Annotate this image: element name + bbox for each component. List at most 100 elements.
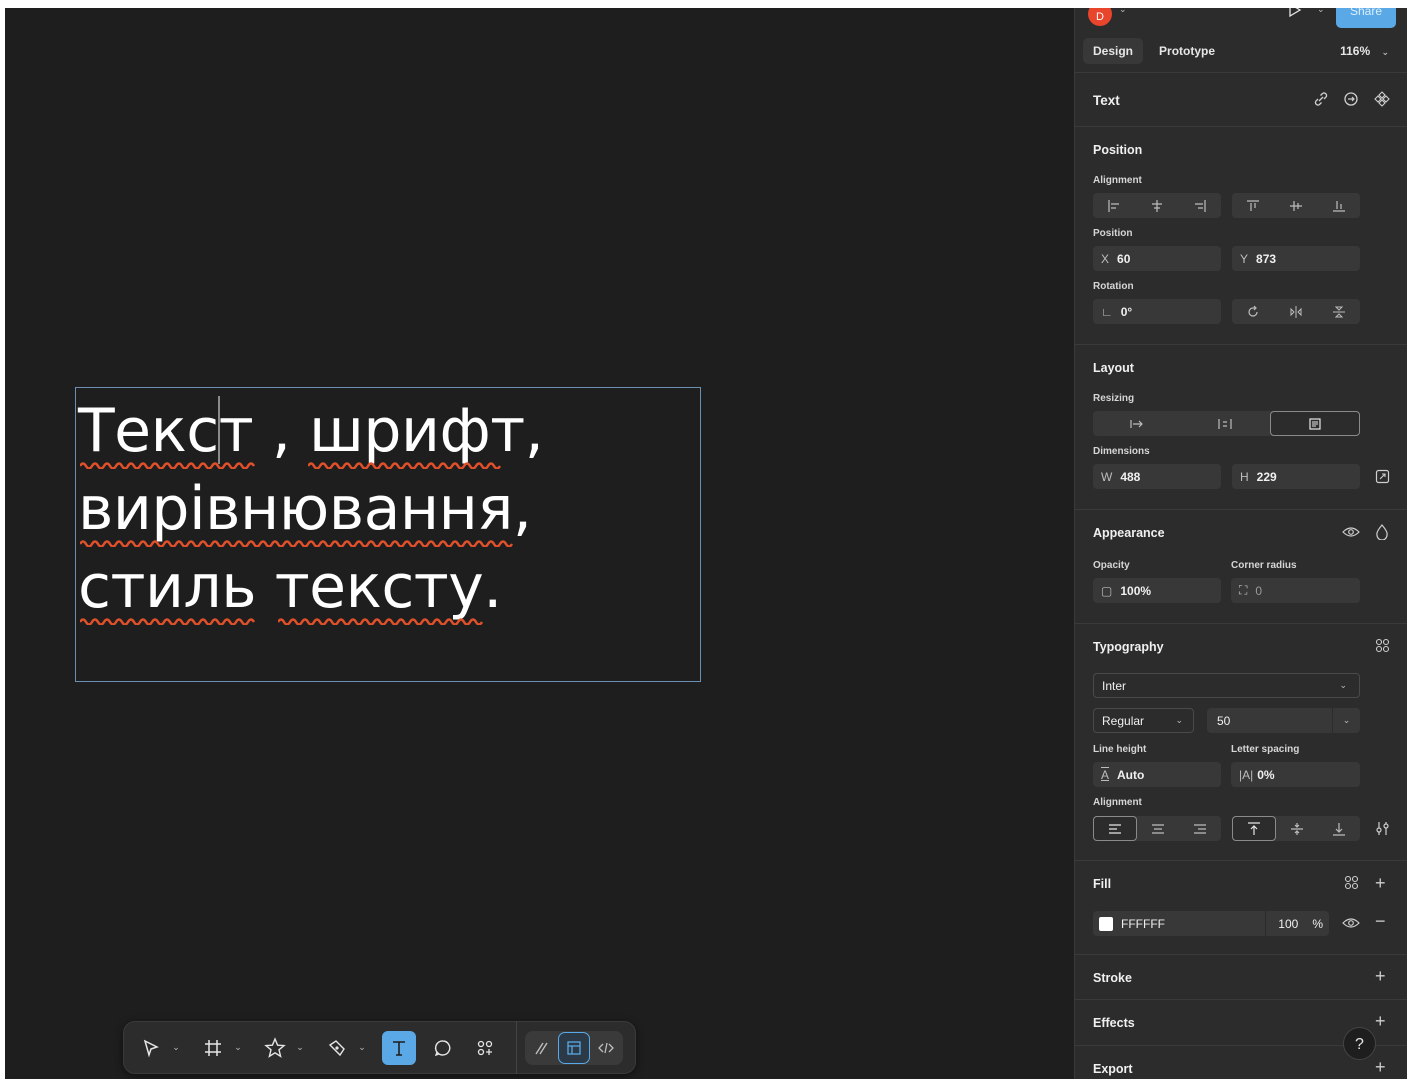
chevron-down-icon[interactable]: ⌄ bbox=[1119, 8, 1127, 15]
eye-icon[interactable] bbox=[1342, 524, 1360, 543]
frame-tool-icon[interactable] bbox=[196, 1031, 230, 1065]
toolbar-divider bbox=[516, 1021, 517, 1074]
fill-styles-icon[interactable] bbox=[1344, 875, 1359, 893]
opacity-field[interactable]: ▢ 100% bbox=[1093, 578, 1221, 603]
fill-opacity-field[interactable]: 100% bbox=[1265, 911, 1329, 936]
align-right-icon[interactable] bbox=[1178, 193, 1221, 218]
chevron-down-icon[interactable]: ⌄ bbox=[1317, 8, 1325, 15]
rotate-icon[interactable] bbox=[1232, 299, 1275, 324]
export-section-title: Export bbox=[1093, 1062, 1133, 1076]
width-field[interactable]: W 488 bbox=[1093, 464, 1221, 489]
spellcheck-underline bbox=[80, 462, 256, 469]
typography-section: Typography Inter ⌄ Regular ⌄ 50 ⌄ Line heig… bbox=[1075, 624, 1407, 861]
eye-icon[interactable] bbox=[1342, 915, 1360, 934]
chevron-down-icon[interactable]: ⌄ bbox=[230, 1031, 246, 1065]
mode-switcher bbox=[525, 1030, 623, 1065]
add-stroke-icon[interactable]: + bbox=[1375, 966, 1386, 987]
layer-type-title: Text bbox=[1093, 93, 1120, 108]
chevron-down-icon[interactable]: ⌄ bbox=[168, 1031, 184, 1065]
align-left-icon[interactable] bbox=[1093, 193, 1136, 218]
height-value: 229 bbox=[1256, 469, 1277, 484]
corner-radius-icon: ⛶ bbox=[1239, 583, 1248, 597]
present-icon[interactable] bbox=[1287, 8, 1303, 23]
component-icon[interactable] bbox=[1374, 91, 1390, 110]
h-prefix: H bbox=[1240, 469, 1249, 484]
font-size-field[interactable]: 50 ⌄ bbox=[1207, 708, 1360, 733]
x-position-field[interactable]: X 60 bbox=[1093, 246, 1221, 271]
auto-width-icon[interactable] bbox=[1093, 411, 1181, 436]
resizing-group bbox=[1093, 411, 1360, 436]
transform-group bbox=[1232, 299, 1360, 324]
x-value: 60 bbox=[1117, 251, 1131, 266]
flip-vertical-icon[interactable] bbox=[1317, 299, 1360, 324]
text-caret bbox=[218, 396, 220, 464]
panel-tabs: Design Prototype bbox=[1083, 38, 1225, 64]
typography-section-title: Typography bbox=[1093, 640, 1164, 654]
letter-spacing-field[interactable]: |A| 0% bbox=[1231, 762, 1360, 787]
y-position-field[interactable]: Y 873 bbox=[1232, 246, 1360, 271]
draw-mode-icon[interactable] bbox=[527, 1033, 557, 1063]
move-tool-icon[interactable] bbox=[134, 1031, 168, 1065]
link-icon[interactable] bbox=[1313, 91, 1329, 110]
canvas[interactable]: Текст , шрифт, вирівнювання, стиль текст… bbox=[5, 8, 1074, 1079]
tab-design[interactable]: Design bbox=[1083, 38, 1144, 64]
auto-height-icon[interactable] bbox=[1181, 411, 1269, 436]
align-middle-v-icon[interactable] bbox=[1275, 193, 1318, 218]
blend-mode-icon[interactable] bbox=[1375, 524, 1389, 543]
align-top-icon[interactable] bbox=[1232, 193, 1275, 218]
actions-tool-icon[interactable] bbox=[468, 1031, 502, 1065]
add-effect-icon[interactable]: + bbox=[1375, 1011, 1386, 1032]
align-bottom-icon[interactable] bbox=[1317, 193, 1360, 218]
text-align-center-icon[interactable] bbox=[1137, 816, 1179, 841]
line-height-value: Auto bbox=[1117, 767, 1145, 782]
add-fill-icon[interactable]: + bbox=[1375, 873, 1386, 894]
line-height-field[interactable]: A Auto bbox=[1093, 762, 1221, 787]
text-layer-content[interactable]: Текст , шрифт, вирівнювання, стиль текст… bbox=[78, 392, 544, 626]
letter-spacing-icon: |A| bbox=[1239, 767, 1254, 782]
align-center-h-icon[interactable] bbox=[1136, 193, 1179, 218]
type-settings-icon[interactable] bbox=[1375, 821, 1390, 839]
chevron-down-icon: ⌄ bbox=[1332, 708, 1360, 733]
pen-tool-icon[interactable] bbox=[320, 1031, 354, 1065]
text-styles-icon[interactable] bbox=[1375, 638, 1390, 656]
constrain-proportions-icon[interactable] bbox=[1375, 469, 1390, 487]
text-tool-icon[interactable] bbox=[382, 1030, 416, 1065]
zoom-control[interactable]: 116% ⌄ bbox=[1340, 44, 1389, 58]
rotation-field[interactable]: ∟ 0° bbox=[1093, 299, 1221, 324]
comment-tool-icon[interactable] bbox=[426, 1031, 460, 1065]
corner-radius-field[interactable]: ⛶ 0 bbox=[1231, 578, 1360, 603]
opacity-icon: ▢ bbox=[1101, 583, 1113, 598]
help-button[interactable]: ? bbox=[1343, 1027, 1376, 1060]
add-export-icon[interactable]: + bbox=[1375, 1057, 1386, 1078]
panel-header: D ⌄ ⌄ Share Design Prototype 116% ⌄ bbox=[1075, 8, 1407, 73]
flip-horizontal-icon[interactable] bbox=[1275, 299, 1318, 324]
font-family-select[interactable]: Inter ⌄ bbox=[1093, 673, 1360, 698]
effects-section-title: Effects bbox=[1093, 1016, 1135, 1030]
star-shape-tool-icon[interactable] bbox=[258, 1031, 292, 1065]
text-align-top-icon[interactable] bbox=[1232, 816, 1276, 841]
avatar[interactable]: D bbox=[1088, 8, 1112, 26]
chevron-down-icon[interactable]: ⌄ bbox=[354, 1031, 370, 1065]
text-align-right-icon[interactable] bbox=[1179, 816, 1221, 841]
style-icon[interactable] bbox=[1343, 91, 1359, 110]
design-mode-icon[interactable] bbox=[558, 1031, 590, 1064]
position-label: Position bbox=[1093, 228, 1133, 239]
fixed-size-icon[interactable] bbox=[1269, 411, 1360, 436]
height-field[interactable]: H 229 bbox=[1232, 464, 1360, 489]
text-align-left-icon[interactable] bbox=[1093, 816, 1137, 841]
tab-prototype[interactable]: Prototype bbox=[1149, 38, 1225, 64]
position-section: Position Alignment Position X 60 Y 873 Rot… bbox=[1075, 127, 1407, 345]
corner-radius-value: 0 bbox=[1255, 583, 1263, 598]
share-button[interactable]: Share bbox=[1336, 8, 1396, 28]
fill-color-swatch[interactable] bbox=[1099, 916, 1113, 931]
chevron-down-icon[interactable]: ⌄ bbox=[292, 1031, 308, 1065]
text-layer-frame[interactable]: Текст , шрифт, вирівнювання, стиль текст… bbox=[75, 387, 701, 682]
text-align-bottom-icon[interactable] bbox=[1318, 816, 1360, 841]
dimensions-label: Dimensions bbox=[1093, 446, 1150, 457]
dev-mode-icon[interactable] bbox=[591, 1033, 621, 1063]
fill-color-field[interactable]: FFFFFF 100% bbox=[1093, 911, 1329, 936]
font-style-select[interactable]: Regular ⌄ bbox=[1093, 708, 1194, 733]
text-align-middle-icon[interactable] bbox=[1276, 816, 1318, 841]
opacity-label: Opacity bbox=[1093, 560, 1130, 571]
remove-fill-icon[interactable]: − bbox=[1375, 911, 1386, 932]
